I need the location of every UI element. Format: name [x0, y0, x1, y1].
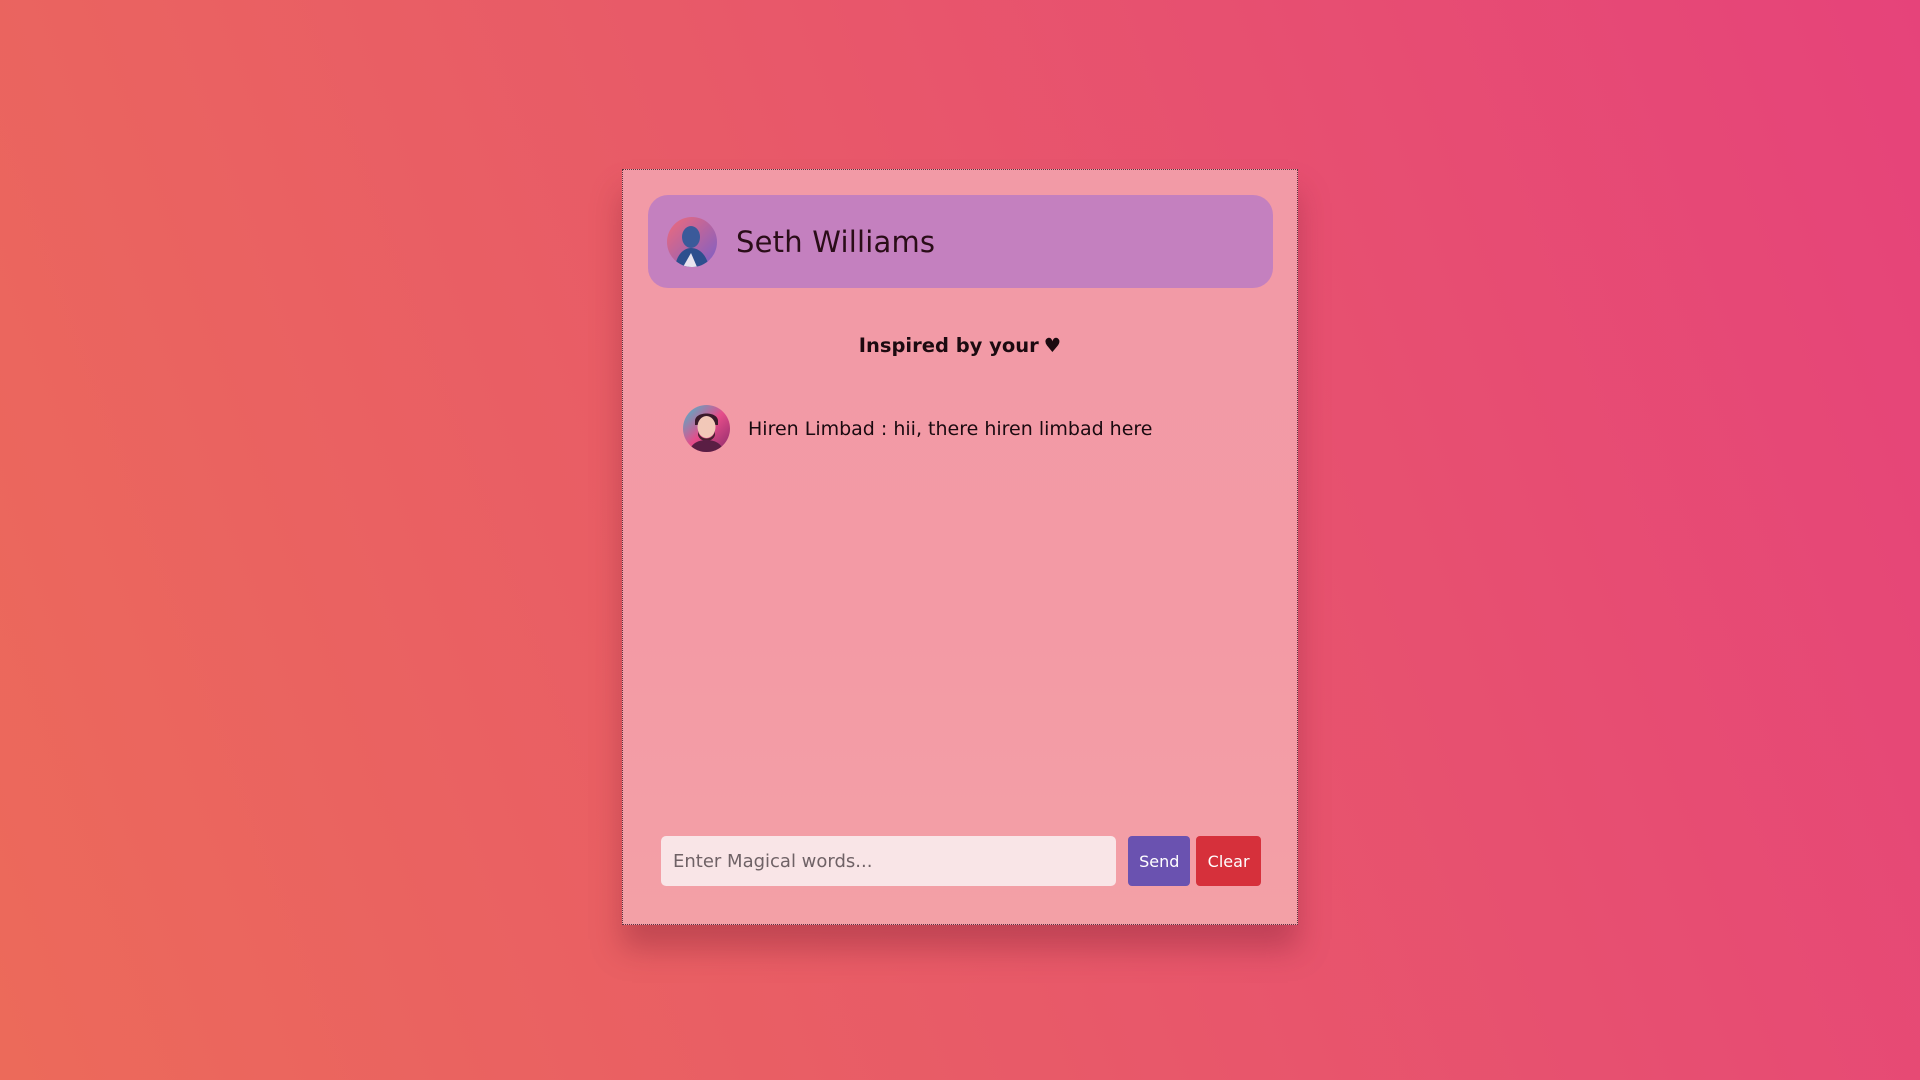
- contact-avatar-image: [667, 216, 717, 267]
- message-list: Hiren Limbad : hii, there hiren limbad h…: [623, 405, 1297, 452]
- message-item: Hiren Limbad : hii, there hiren limbad h…: [683, 405, 1297, 452]
- message-text: Hiren Limbad : hii, there hiren limbad h…: [748, 417, 1153, 440]
- tagline: Inspired by your ♥: [623, 334, 1297, 357]
- chat-header: Seth Williams: [648, 195, 1273, 288]
- heart-icon: ♥: [1043, 334, 1062, 357]
- message-input[interactable]: [661, 836, 1117, 886]
- sender-avatar-image: [683, 405, 730, 452]
- message-composer: Send Clear: [661, 836, 1261, 886]
- clear-button[interactable]: Clear: [1196, 836, 1261, 886]
- chat-window: Seth Williams Inspired by your ♥ Hiren L…: [622, 169, 1298, 925]
- sender-avatar: [683, 405, 730, 452]
- contact-avatar: [667, 216, 717, 267]
- contact-name: Seth Williams: [736, 224, 936, 259]
- send-button[interactable]: Send: [1128, 836, 1191, 886]
- tagline-text: Inspired by your: [858, 334, 1039, 357]
